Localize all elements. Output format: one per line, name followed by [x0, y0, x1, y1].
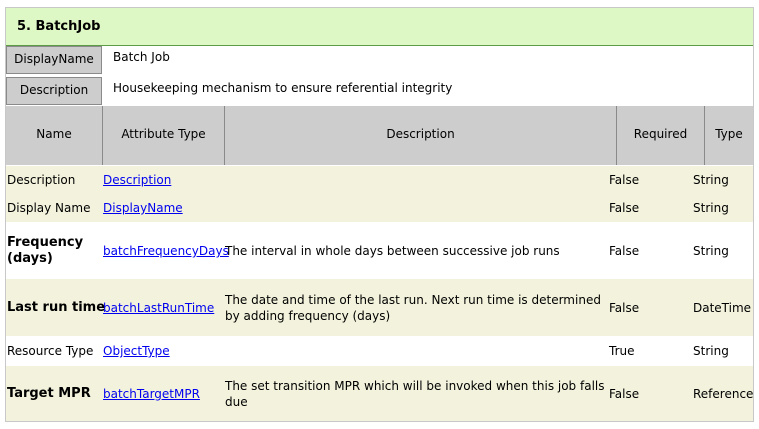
row-type: String	[693, 201, 729, 215]
table-row: Last run time batchLastRunTime The date …	[6, 279, 753, 336]
display-name-label: DisplayName	[6, 46, 102, 74]
display-name-value: Batch Job	[113, 50, 170, 64]
row-attribute-link[interactable]: batchFrequencyDays	[103, 244, 229, 258]
row-attribute-link[interactable]: Description	[103, 173, 171, 187]
column-header-type: Type	[704, 106, 753, 165]
table-row: Description Description False String	[6, 166, 753, 194]
row-name: Display Name	[7, 201, 91, 215]
row-required: False	[609, 301, 640, 315]
row-name: Last run time	[7, 300, 106, 315]
row-attribute-link[interactable]: batchTargetMPR	[103, 387, 200, 401]
row-name: Frequency	[7, 235, 84, 250]
description-label: Description	[6, 77, 102, 105]
row-name: Target MPR	[7, 386, 91, 401]
table-row: Display Name DisplayName False String	[6, 194, 753, 222]
row-required: False	[609, 201, 640, 215]
column-header-name: Name	[36, 127, 72, 141]
table-header: Name Attribute Type Description Required…	[6, 106, 753, 165]
row-type: String	[693, 344, 729, 358]
row-name: Description	[7, 173, 76, 187]
table-row: Target MPR batchTargetMPR The set transi…	[6, 366, 753, 421]
column-header-required: Required	[616, 106, 704, 165]
row-type: String	[693, 173, 729, 187]
row-description-continued: due	[225, 395, 248, 409]
row-description: The interval in whole days between succe…	[225, 244, 560, 258]
column-header-attribute-type: Attribute Type	[102, 106, 224, 165]
row-description: The date and time of the last run. Next …	[225, 293, 601, 307]
row-attribute-link[interactable]: DisplayName	[103, 201, 183, 215]
row-name-continued: (days)	[7, 251, 53, 266]
row-required: True	[609, 344, 635, 358]
batchjob-panel: 5. BatchJob DisplayName Batch Job Descri…	[5, 7, 754, 422]
row-attribute-link[interactable]: ObjectType	[103, 344, 170, 358]
column-header-description: Description	[224, 106, 616, 165]
row-type: String	[693, 244, 729, 258]
row-attribute-link[interactable]: batchLastRunTime	[103, 301, 214, 315]
row-description: The set transition MPR which will be inv…	[225, 379, 605, 393]
description-value: Housekeeping mechanism to ensure referen…	[113, 81, 453, 95]
row-type: DateTime	[693, 301, 752, 315]
row-description-continued: by adding frequency (days)	[225, 309, 391, 323]
row-name: Resource Type	[7, 344, 94, 358]
section-header: 5. BatchJob	[6, 8, 753, 46]
table-row: Resource Type ObjectType True String	[6, 336, 753, 366]
row-required: False	[609, 173, 640, 187]
row-type: Reference	[693, 387, 754, 401]
row-required: False	[609, 387, 640, 401]
table-row: Frequency (days) batchFrequencyDays The …	[6, 222, 753, 279]
row-required: False	[609, 244, 640, 258]
section-title: 5. BatchJob	[17, 19, 101, 34]
